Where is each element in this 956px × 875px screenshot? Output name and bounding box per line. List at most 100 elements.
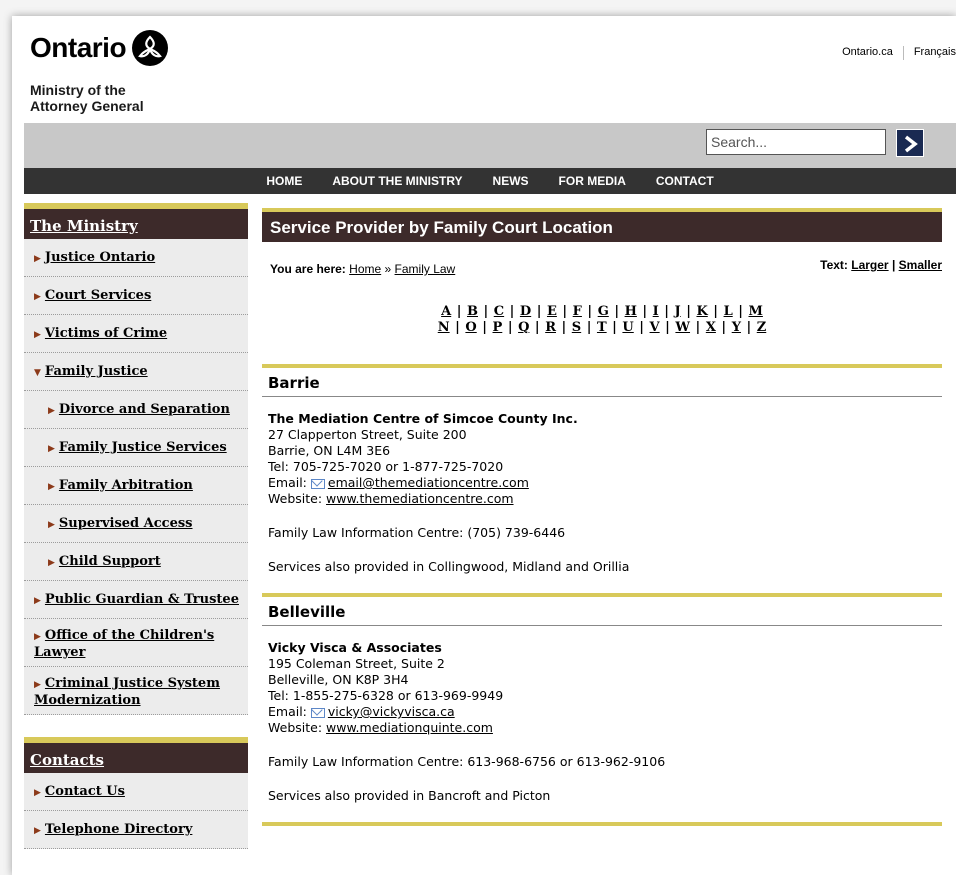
- sidebar-link[interactable]: Office of the Children's Lawyer: [34, 628, 214, 660]
- address-line: 195 Coleman Street, Suite 2: [268, 656, 445, 671]
- ontario-logo[interactable]: Ontario: [30, 30, 169, 66]
- search-button[interactable]: [896, 129, 924, 157]
- sidebar-link[interactable]: Justice Ontario: [45, 250, 155, 265]
- alpha-separator: |: [733, 304, 748, 319]
- alpha-separator: |: [681, 304, 696, 319]
- sidebar-heading-ministry[interactable]: The Ministry: [24, 203, 248, 239]
- alpha-link-w[interactable]: W: [675, 320, 690, 335]
- alpha-link-a[interactable]: A: [441, 304, 451, 319]
- sidebar-subitem[interactable]: ▶ Family Arbitration: [24, 467, 248, 505]
- email-link[interactable]: vicky@vickyvisca.ca: [328, 704, 455, 719]
- alpha-link-j[interactable]: J: [675, 304, 681, 319]
- caret-right-icon: ▶: [34, 826, 41, 836]
- website-link[interactable]: www.mediationquinte.com: [326, 720, 493, 735]
- sidebar-link[interactable]: Telephone Directory: [45, 822, 192, 837]
- alpha-link-c[interactable]: C: [494, 304, 504, 319]
- text-larger-link[interactable]: Larger: [851, 258, 888, 272]
- website-row: Website: www.mediationquinte.com: [268, 720, 936, 736]
- caret-right-icon: ▶: [34, 680, 41, 690]
- alpha-link-f[interactable]: F: [573, 304, 582, 319]
- alpha-link-l[interactable]: L: [724, 304, 733, 319]
- alpha-separator: |: [530, 320, 545, 335]
- caret-right-icon: ▶: [34, 292, 41, 302]
- sidebar-heading-contacts[interactable]: Contacts: [24, 737, 248, 773]
- text-smaller-link[interactable]: Smaller: [899, 258, 942, 272]
- alpha-link-r[interactable]: R: [545, 320, 556, 335]
- breadcrumb-row: You are here: Home » Family Law Text: La…: [262, 242, 942, 282]
- website-label: Website:: [268, 491, 323, 506]
- search-input[interactable]: Search...: [706, 129, 886, 155]
- sidebar-link[interactable]: Contact Us: [45, 784, 125, 799]
- alpha-link-y[interactable]: Y: [732, 320, 741, 335]
- nav-media[interactable]: FOR MEDIA: [559, 174, 626, 188]
- francais-link[interactable]: Français: [914, 46, 956, 60]
- sidebar-item[interactable]: ▶ Criminal Justice System Modernization: [24, 667, 248, 715]
- sidebar-subitem[interactable]: ▶ Family Justice Services: [24, 429, 248, 467]
- alpha-link-z[interactable]: Z: [757, 320, 767, 335]
- sidebar-link[interactable]: Court Services: [45, 288, 151, 303]
- sidebar-item[interactable]: ▶ Contact Us: [24, 773, 248, 811]
- alpha-link-t[interactable]: T: [597, 320, 607, 335]
- caret-right-icon: ▶: [34, 788, 41, 798]
- flic-info: Family Law Information Centre: 613-968-6…: [268, 754, 666, 769]
- alpha-link-e[interactable]: E: [547, 304, 557, 319]
- also-provided: Services also provided in Bancroft and P…: [268, 788, 551, 803]
- sidebar-link[interactable]: Family Justice: [45, 364, 148, 379]
- sidebar-link[interactable]: Divorce and Separation: [59, 402, 230, 417]
- caret-right-icon: ▶: [48, 558, 55, 568]
- sidebar-item[interactable]: ▶ Victims of Crime: [24, 315, 248, 353]
- alpha-link-d[interactable]: D: [520, 304, 531, 319]
- alpha-link-q[interactable]: Q: [518, 320, 529, 335]
- alpha-separator: |: [452, 304, 466, 319]
- sidebar-link[interactable]: Family Justice Services: [59, 440, 227, 455]
- sidebar-item[interactable]: ▶ Telephone Directory: [24, 811, 248, 849]
- alpha-link-s[interactable]: S: [572, 320, 581, 335]
- alpha-link-h[interactable]: H: [625, 304, 637, 319]
- sidebar-subitem[interactable]: ▶ Child Support: [24, 543, 248, 581]
- alpha-link-o[interactable]: O: [465, 320, 476, 335]
- alpha-link-x[interactable]: X: [706, 320, 716, 335]
- alpha-separator: |: [660, 320, 675, 335]
- alpha-link-g[interactable]: G: [598, 304, 609, 319]
- breadcrumb-family-law[interactable]: Family Law: [395, 262, 456, 276]
- alpha-separator: |: [659, 304, 674, 319]
- sidebar-item[interactable]: ▶ Justice Ontario: [24, 239, 248, 277]
- sidebar-link[interactable]: Child Support: [59, 554, 161, 569]
- sidebar-subitem[interactable]: ▶ Supervised Access: [24, 505, 248, 543]
- sidebar-item[interactable]: ▶ Court Services: [24, 277, 248, 315]
- alpha-link-i[interactable]: I: [653, 304, 659, 319]
- sidebar-item[interactable]: ▶ Public Guardian & Trustee: [24, 581, 248, 619]
- sidebar-item[interactable]: ▶ Office of the Children's Lawyer: [24, 619, 248, 667]
- email-link[interactable]: email@themediationcentre.com: [328, 475, 529, 490]
- nav-home[interactable]: HOME: [266, 174, 302, 188]
- sidebar-link[interactable]: Family Arbitration: [59, 478, 193, 493]
- sidebar-link[interactable]: Supervised Access: [59, 516, 193, 531]
- nav-about[interactable]: ABOUT THE MINISTRY: [332, 174, 462, 188]
- sidebar-link[interactable]: Criminal Justice System Modernization: [34, 676, 220, 708]
- alpha-link-m[interactable]: M: [748, 304, 762, 319]
- sidebar-item[interactable]: ▼ Family Justice: [24, 353, 248, 391]
- sidebar-link[interactable]: Victims of Crime: [45, 326, 167, 341]
- section-heading: Belleville: [262, 593, 942, 626]
- breadcrumb-home[interactable]: Home: [349, 262, 381, 276]
- alpha-link-v[interactable]: V: [650, 320, 660, 335]
- breadcrumb-prefix: You are here:: [270, 262, 346, 276]
- alpha-link-p[interactable]: P: [493, 320, 503, 335]
- ontario-ca-link[interactable]: Ontario.ca: [842, 46, 893, 60]
- alpha-link-u[interactable]: U: [622, 320, 633, 335]
- nav-news[interactable]: NEWS: [493, 174, 529, 188]
- alpha-link-n[interactable]: N: [438, 320, 450, 335]
- caret-right-icon: ▶: [34, 254, 41, 264]
- alpha-link-k[interactable]: K: [696, 304, 707, 319]
- website-link[interactable]: www.themediationcentre.com: [326, 491, 514, 506]
- mail-icon: [310, 478, 325, 489]
- sidebar-link[interactable]: Public Guardian & Trustee: [45, 592, 239, 607]
- sidebar-subitem[interactable]: ▶ Divorce and Separation: [24, 391, 248, 429]
- alpha-link-b[interactable]: B: [467, 304, 478, 319]
- nav-contact[interactable]: CONTACT: [656, 174, 714, 188]
- provider-entry: Vicky Visca & Associates 195 Coleman Str…: [262, 626, 942, 822]
- ministry-line1: Ministry of the: [30, 82, 126, 98]
